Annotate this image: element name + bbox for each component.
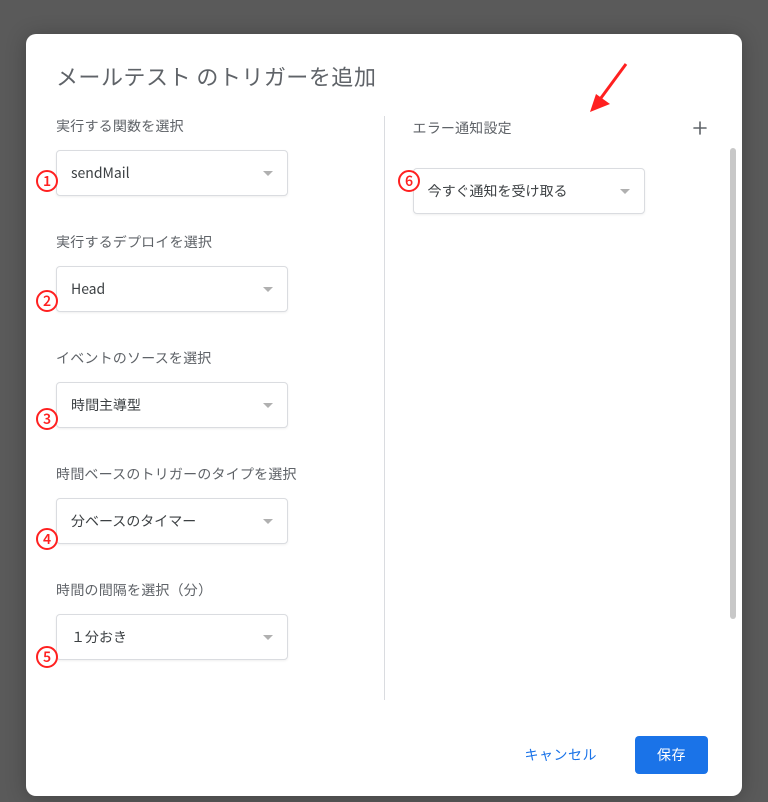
label-deploy: 実行するデプロイを選択	[56, 232, 356, 252]
dropdown-deploy[interactable]: Head	[56, 266, 288, 312]
annotation-marker-5: 5	[36, 646, 58, 668]
save-button[interactable]: 保存	[635, 736, 708, 774]
chevron-down-icon	[263, 519, 273, 524]
dropdown-notify-value: 今すぐ通知を受け取る	[428, 181, 568, 201]
scrollbar-thumb[interactable]	[730, 148, 736, 619]
dropdown-trigger-type-value: 分ベースのタイマー	[71, 511, 196, 531]
chevron-down-icon	[263, 635, 273, 640]
add-trigger-modal: メールテスト のトリガーを追加 実行する関数を選択 sendMail 実行するデ…	[26, 34, 742, 796]
chevron-down-icon	[263, 171, 273, 176]
label-source: イベントのソースを選択	[56, 348, 356, 368]
annotation-marker-1: 1	[36, 170, 58, 192]
annotation-marker-3: 3	[36, 408, 58, 430]
label-trigger-type: 時間ベースのトリガーのタイプを選択	[56, 464, 356, 484]
chevron-down-icon	[263, 403, 273, 408]
notify-header-row: エラー通知設定	[413, 116, 713, 140]
dropdown-function-value: sendMail	[71, 163, 130, 183]
cancel-button[interactable]: キャンセル	[513, 737, 610, 773]
modal-body: 実行する関数を選択 sendMail 実行するデプロイを選択 Head イベント…	[26, 104, 742, 720]
right-column: エラー通知設定 今すぐ通知を受け取る	[385, 104, 713, 720]
scrollbar[interactable]	[730, 148, 736, 660]
dropdown-source-value: 時間主導型	[71, 395, 141, 415]
plus-icon	[692, 120, 708, 136]
chevron-down-icon	[263, 287, 273, 292]
annotation-marker-4: 4	[36, 528, 58, 550]
label-function: 実行する関数を選択	[56, 116, 356, 136]
dropdown-interval[interactable]: １分おき	[56, 614, 288, 660]
modal-footer: キャンセル 保存	[26, 720, 742, 796]
dropdown-deploy-value: Head	[71, 279, 105, 299]
annotation-marker-6: 6	[398, 170, 420, 192]
label-notify: エラー通知設定	[413, 118, 512, 138]
label-interval: 時間の間隔を選択（分）	[56, 580, 356, 600]
dropdown-trigger-type[interactable]: 分ベースのタイマー	[56, 498, 288, 544]
annotation-arrow-icon	[586, 58, 636, 118]
chevron-down-icon	[620, 189, 630, 194]
dropdown-source[interactable]: 時間主導型	[56, 382, 288, 428]
left-column: 実行する関数を選択 sendMail 実行するデプロイを選択 Head イベント…	[56, 104, 384, 720]
annotation-marker-2: 2	[36, 290, 58, 312]
add-notification-button[interactable]	[688, 116, 712, 140]
dropdown-interval-value: １分おき	[71, 627, 127, 647]
dropdown-notify[interactable]: 今すぐ通知を受け取る	[413, 168, 645, 214]
dropdown-function[interactable]: sendMail	[56, 150, 288, 196]
